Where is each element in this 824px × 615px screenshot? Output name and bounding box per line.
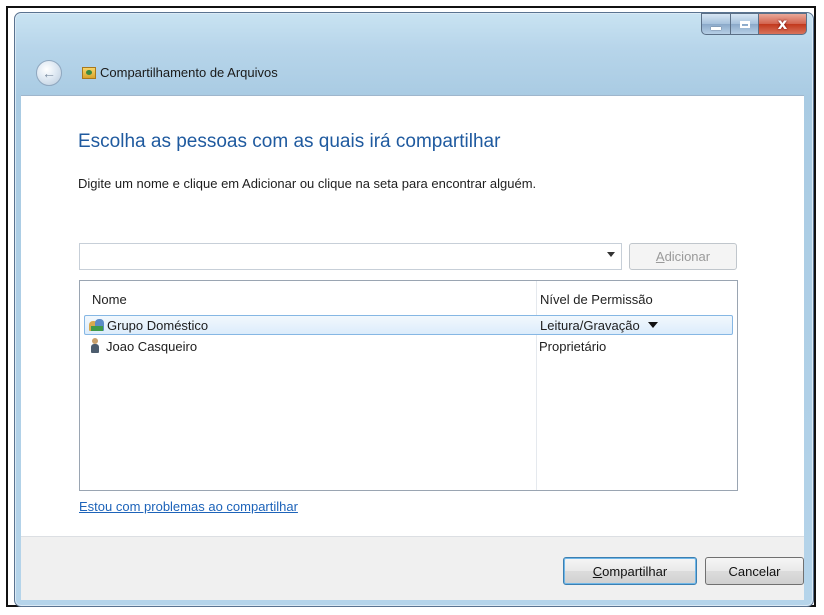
user-icon — [91, 338, 99, 353]
list-item-homegroup[interactable]: Grupo Doméstico Leitura/Gravação — [84, 315, 733, 335]
share-button-access-key: C — [592, 563, 603, 579]
list-item-name: Grupo Doméstico — [107, 318, 209, 333]
file-sharing-icon — [82, 67, 96, 79]
add-button-label: dicionar — [664, 249, 711, 264]
cancel-button[interactable]: Cancelar — [705, 557, 804, 585]
back-arrow-icon: ← — [42, 65, 56, 81]
minimize-button[interactable] — [701, 13, 731, 35]
sharing-list: Nome Nível de Permissão Grupo Doméstico … — [79, 280, 738, 491]
help-link[interactable]: Estou com problemas ao compartilhar — [79, 499, 298, 514]
back-button[interactable]: ← — [36, 60, 62, 86]
instruction-text: Digite um nome e clique em Adicionar ou … — [78, 176, 537, 191]
list-item-user[interactable]: Joao Casqueiro Proprietário — [84, 337, 733, 357]
list-item-name: Joao Casqueiro — [106, 339, 198, 354]
share-button-label: ompartilhar — [602, 563, 668, 579]
add-button-access-key: A — [655, 249, 665, 264]
add-button[interactable]: Adicionar — [629, 243, 737, 270]
dropdown-arrow-icon[interactable] — [607, 252, 615, 257]
permission-value: Leitura/Gravação — [540, 318, 640, 333]
cancel-button-label: Cancelar — [728, 563, 781, 579]
maximize-icon — [739, 20, 750, 28]
page-heading: Escolha as pessoas com as quais irá comp… — [78, 131, 501, 152]
window-title: Compartilhamento de Arquivos — [100, 65, 278, 80]
permission-dropdown[interactable]: Leitura/Gravação — [540, 318, 658, 333]
column-header-permission[interactable]: Nível de Permissão — [540, 292, 653, 307]
homegroup-icon — [89, 318, 105, 332]
column-header-name[interactable]: Nome — [92, 292, 127, 307]
window-controls: x — [701, 13, 807, 35]
chevron-down-icon[interactable] — [647, 322, 658, 328]
column-separator — [536, 281, 537, 490]
maximize-button[interactable] — [731, 13, 759, 35]
close-icon: x — [777, 15, 788, 33]
share-button[interactable]: Compartilhar — [563, 557, 697, 585]
close-button[interactable]: x — [759, 13, 807, 35]
name-combobox[interactable] — [79, 243, 622, 270]
minimize-icon — [711, 26, 721, 30]
permission-value: Proprietário — [539, 339, 607, 354]
